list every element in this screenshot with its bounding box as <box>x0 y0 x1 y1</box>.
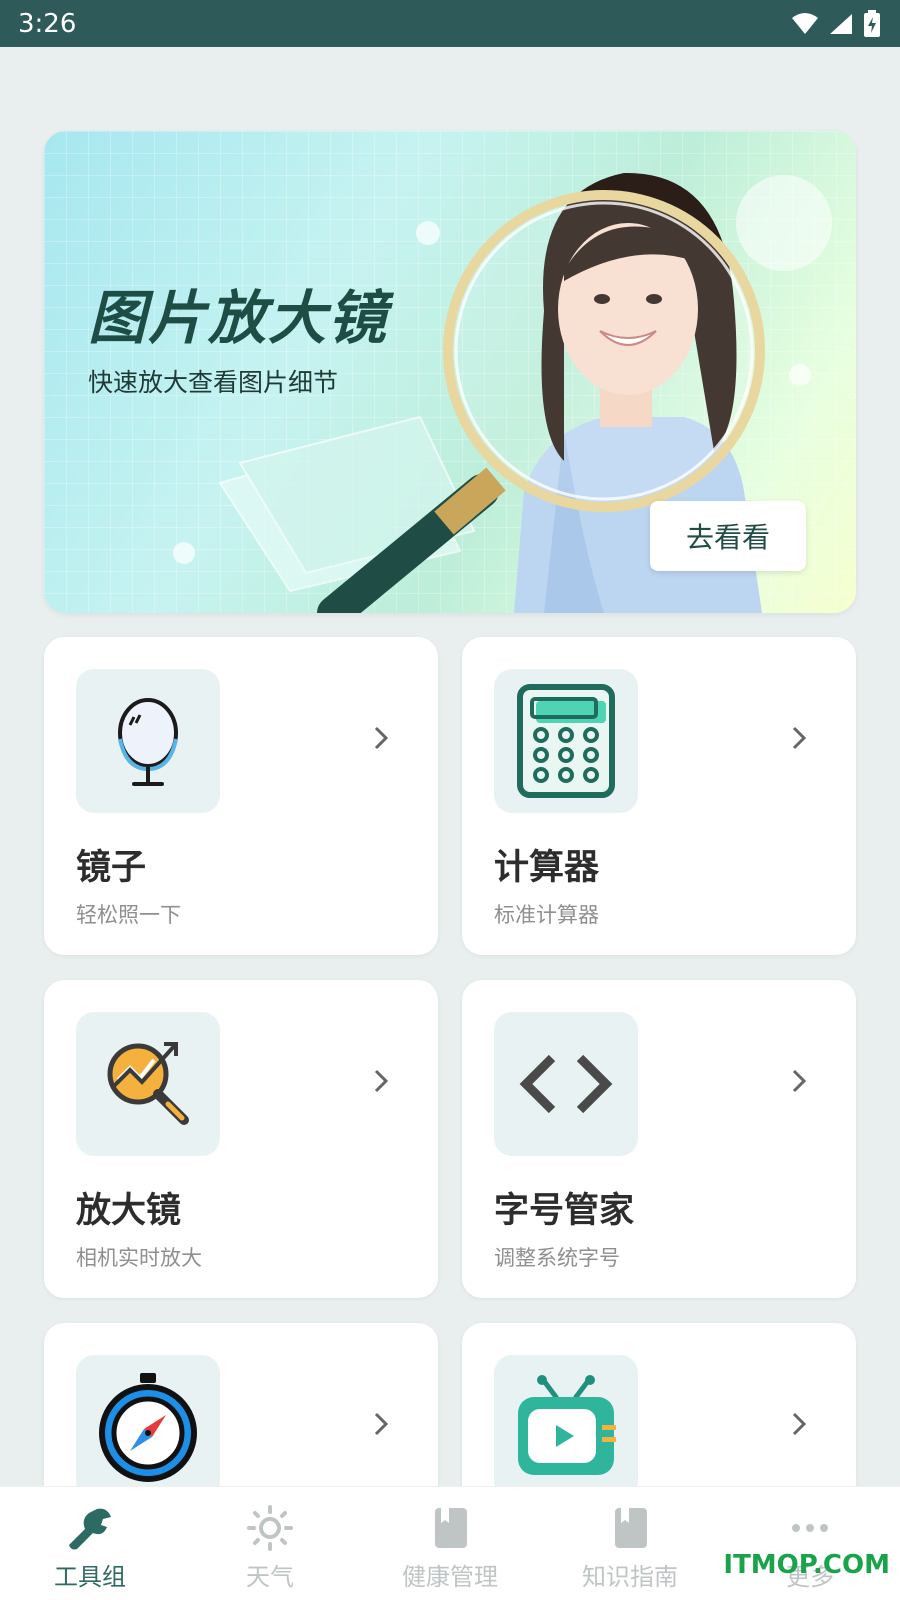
battery-icon <box>864 9 880 37</box>
chevron-right-icon <box>374 726 389 750</box>
card-subtitle: 标准计算器 <box>494 903 599 927</box>
tool-card-font-size[interactable]: 字号管家 调整系统字号 <box>462 980 856 1298</box>
status-bar: 3:26 <box>0 0 900 47</box>
tab-label: 工具组 <box>54 1563 126 1591</box>
tab-health[interactable]: 健康管理 <box>360 1487 540 1600</box>
book-icon <box>427 1505 473 1551</box>
bottom-tab-bar: 工具组 天气 健康管理 知识指南 更多 <box>0 1486 900 1600</box>
tab-tools[interactable]: 工具组 <box>0 1487 180 1600</box>
card-title: 字号管家 <box>494 1191 635 1231</box>
sun-icon <box>247 1505 293 1551</box>
banner-title: 图片放大镜 <box>88 284 389 352</box>
status-icons <box>790 9 882 38</box>
tab-label: 知识指南 <box>582 1563 678 1591</box>
go-look-button[interactable]: 去看看 <box>650 501 806 571</box>
card-icon-box <box>494 1355 638 1499</box>
chevron-right-icon <box>374 1412 389 1436</box>
chevron-right-icon <box>792 1069 807 1093</box>
card-icon-box <box>76 1355 220 1499</box>
card-icon-box <box>494 1012 638 1156</box>
card-title: 镜子 <box>76 848 147 888</box>
wrench-icon <box>67 1505 113 1551</box>
signal-icon <box>830 13 852 34</box>
card-subtitle: 相机实时放大 <box>76 1246 202 1270</box>
more-dots-icon <box>787 1505 833 1551</box>
chevron-right-icon <box>792 726 807 750</box>
card-title: 计算器 <box>494 848 600 888</box>
tab-weather[interactable]: 天气 <box>180 1487 360 1600</box>
tab-label: 天气 <box>246 1563 294 1591</box>
tab-label: 健康管理 <box>402 1563 498 1591</box>
card-icon-box <box>494 669 638 813</box>
chevron-right-icon <box>374 1069 389 1093</box>
magnifier-banner[interactable]: 图片放大镜 快速放大查看图片细节 去看看 <box>44 131 856 613</box>
code-brackets-icon <box>519 1054 613 1114</box>
tab-more[interactable]: 更多 <box>720 1487 900 1600</box>
tool-card-magnifier[interactable]: 放大镜 相机实时放大 <box>44 980 438 1298</box>
card-title: 放大镜 <box>76 1191 182 1231</box>
calculator-icon <box>517 684 615 798</box>
chevron-right-icon <box>792 1412 807 1436</box>
status-time: 3:26 <box>18 8 77 39</box>
card-icon-box <box>76 1012 220 1156</box>
book-icon <box>607 1505 653 1551</box>
wifi-icon <box>792 12 818 34</box>
tool-card-mirror[interactable]: 镜子 轻松照一下 <box>44 637 438 955</box>
card-subtitle: 轻松照一下 <box>76 903 181 927</box>
banner-subtitle: 快速放大查看图片细节 <box>88 368 339 397</box>
tool-card-calculator[interactable]: 计算器 标准计算器 <box>462 637 856 955</box>
tab-knowledge[interactable]: 知识指南 <box>540 1487 720 1600</box>
card-icon-box <box>76 669 220 813</box>
card-subtitle: 调整系统字号 <box>494 1246 620 1270</box>
watermark: ITMOP.COM <box>723 1550 890 1580</box>
mirror-icon <box>118 698 178 786</box>
compass-icon <box>99 1373 197 1482</box>
magnifier-chart-icon <box>107 1042 189 1125</box>
tv-play-icon <box>518 1375 616 1475</box>
